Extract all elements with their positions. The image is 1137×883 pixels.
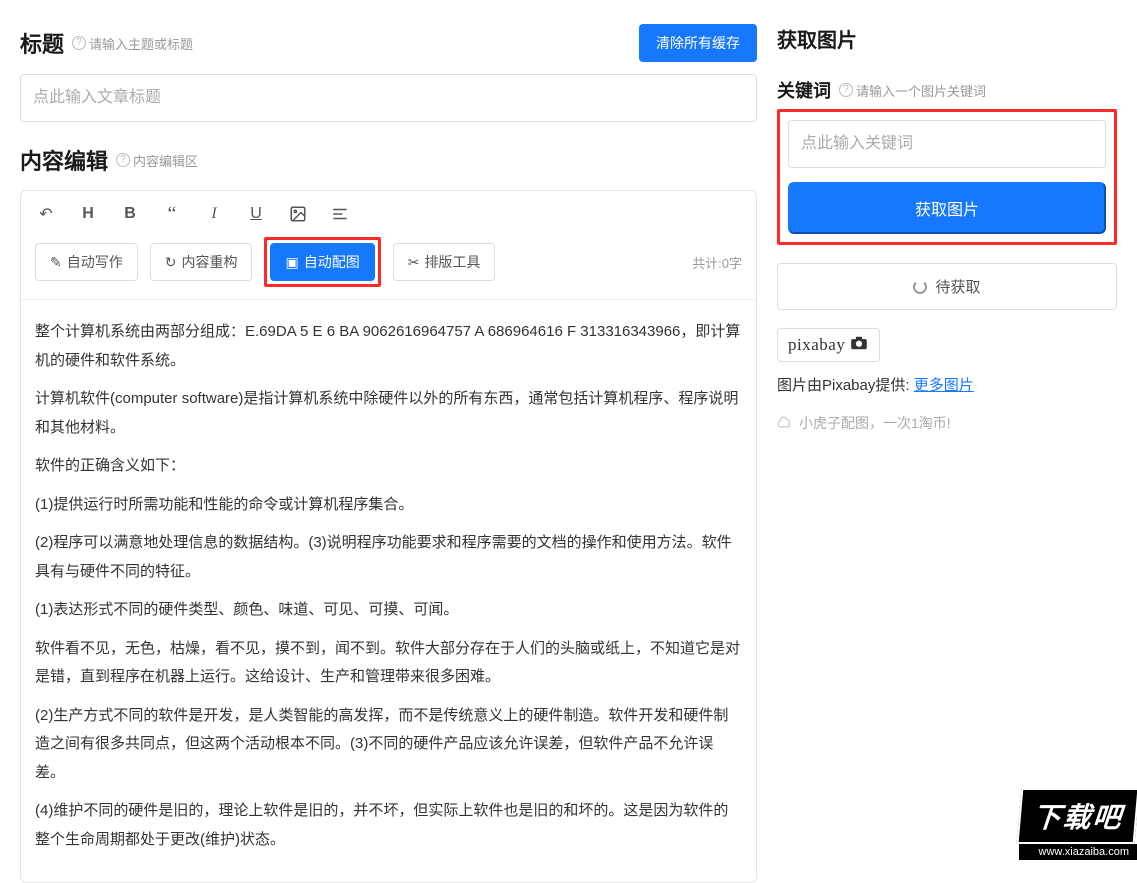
sidebar: 获取图片 关键词 ? 请输入一个图片关键词 获取图片 待获取 pixabay	[777, 0, 1137, 860]
status-button[interactable]: 待获取	[777, 263, 1117, 310]
title-input[interactable]	[20, 74, 757, 122]
auto-write-button[interactable]: ✎ 自动写作	[35, 243, 138, 281]
italic-icon[interactable]: I	[203, 203, 225, 225]
paragraph: (1)提供运行时所需功能和性能的命令或计算机程序集合。	[35, 491, 742, 520]
title-hint: ? 请输入主题或标题	[72, 34, 193, 53]
heading-icon[interactable]: H	[77, 203, 99, 225]
more-images-link[interactable]: 更多图片	[914, 377, 974, 394]
editor-card: ↶ H B “ I U ✎ 自动写作	[20, 190, 757, 883]
content-label-row: 内容编辑 ? 内容编辑区	[20, 144, 198, 176]
content-header: 内容编辑 ? 内容编辑区	[20, 144, 757, 176]
paragraph: (2)程序可以满意地处理信息的数据结构。(3)说明程序功能要求和程序需要的文档的…	[35, 529, 742, 586]
title-header: 标题 ? 请输入主题或标题 清除所有缓存	[20, 24, 757, 62]
keyword-input[interactable]	[788, 120, 1106, 168]
content-label: 内容编辑	[20, 144, 108, 176]
paragraph: (1)表达形式不同的硬件类型、颜色、味道、可见、可摸、可闻。	[35, 596, 742, 625]
picture-icon: ▣	[285, 254, 298, 271]
info-icon: ?	[72, 36, 86, 50]
main-column: 标题 ? 请输入主题或标题 清除所有缓存 内容编辑 ? 内容编辑区	[0, 0, 777, 860]
highlight-keyword-box: 获取图片	[777, 109, 1117, 245]
paragraph: (2)生产方式不同的软件是开发，是人类智能的高发挥，而不是传统意义上的硬件制造。…	[35, 702, 742, 788]
image-icon[interactable]	[287, 203, 309, 225]
restructure-button[interactable]: ↻ 内容重构	[150, 243, 253, 281]
editor-body[interactable]: 整个计算机系统由两部分组成：E.69DA 5 E 6 BA 9062616964…	[21, 300, 756, 882]
paragraph: 软件的正确含义如下：	[35, 452, 742, 481]
clear-cache-button[interactable]: 清除所有缓存	[639, 24, 757, 62]
sidebar-title: 获取图片	[777, 24, 1117, 53]
tool-icon: ✂	[408, 254, 420, 271]
title-label-row: 标题 ? 请输入主题或标题	[20, 27, 193, 59]
tip-line: 小虎子配图，一次1淘币!	[777, 413, 1117, 433]
keyword-label: 关键词	[777, 77, 831, 103]
undo-icon[interactable]: ↶	[35, 203, 57, 225]
info-icon: ?	[116, 153, 130, 167]
char-count: 共计:0字	[692, 253, 742, 272]
title-label: 标题	[20, 27, 64, 59]
pixabay-badge: pixabay	[777, 328, 880, 362]
cloud-icon	[777, 415, 793, 431]
align-icon[interactable]	[329, 203, 351, 225]
editor-toolbar: ↶ H B “ I U ✎ 自动写作	[21, 191, 756, 300]
camera-icon	[849, 336, 869, 355]
refresh-icon: ↻	[165, 254, 177, 271]
quote-icon[interactable]: “	[161, 203, 183, 225]
highlight-auto-image: ▣ 自动配图	[264, 237, 380, 287]
paragraph: 整个计算机系统由两部分组成：E.69DA 5 E 6 BA 9062616964…	[35, 318, 742, 375]
action-toolbar: ✎ 自动写作 ↻ 内容重构 ▣ 自动配图 ✂	[35, 237, 742, 295]
underline-icon[interactable]: U	[245, 203, 267, 225]
paragraph: 计算机软件(computer software)是指计算机系统中除硬件以外的所有…	[35, 385, 742, 442]
keyword-label-row: 关键词 ? 请输入一个图片关键词	[777, 77, 1117, 103]
layout-tool-button[interactable]: ✂ 排版工具	[393, 243, 496, 281]
info-icon: ?	[839, 83, 853, 97]
pencil-icon: ✎	[50, 254, 62, 271]
loading-icon	[913, 280, 927, 294]
paragraph: (4)维护不同的硬件是旧的，理论上软件是旧的，并不坏，但实际上软件也是旧的和坏的…	[35, 797, 742, 854]
bold-icon[interactable]: B	[119, 203, 141, 225]
keyword-hint: ? 请输入一个图片关键词	[839, 81, 986, 100]
auto-image-button[interactable]: ▣ 自动配图	[270, 243, 374, 281]
credit-line: 图片由Pixabay提供: 更多图片	[777, 374, 1117, 395]
paragraph: 软件看不见，无色，枯燥，看不见，摸不到，闻不到。软件大部分存在于人们的头脑或纸上…	[35, 635, 742, 692]
content-hint: ? 内容编辑区	[116, 151, 198, 170]
format-toolbar: ↶ H B “ I U	[35, 203, 742, 225]
fetch-image-button[interactable]: 获取图片	[788, 182, 1106, 234]
